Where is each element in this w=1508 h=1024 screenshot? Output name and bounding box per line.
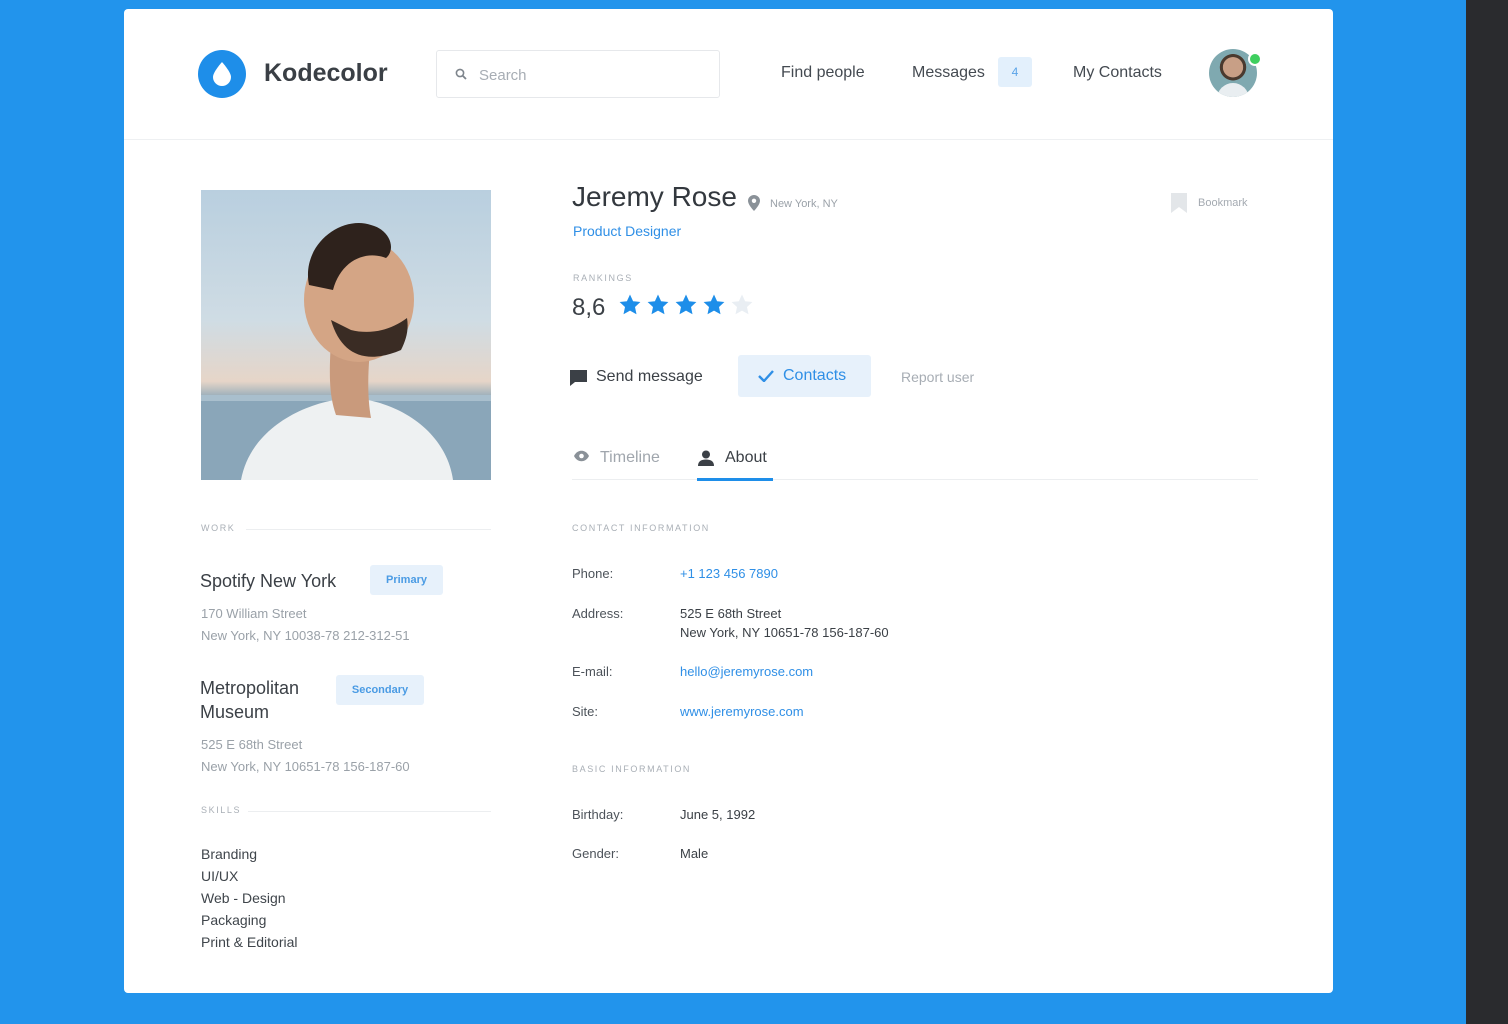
secondary-tag: Secondary [336,675,424,705]
search-icon [455,68,467,80]
work-address-line2: New York, NY 10651-78 156-187-60 [201,759,410,774]
work-address-line1: 170 William Street [201,606,307,621]
skill-item: Web - Design [201,890,286,906]
online-status-dot [1248,52,1262,66]
star-filled-icon [703,294,725,315]
work-item-name-line2: Museum [200,702,270,722]
tabs-divider [572,479,1258,480]
profile-card: Kodecolor Find people Messages 4 My Cont… [124,9,1333,993]
skills-divider [248,811,491,812]
check-icon [758,370,774,382]
skill-item: Branding [201,846,258,862]
primary-tag: Primary [370,565,443,595]
birthday-value: June 5, 1992 [680,807,756,822]
send-message-label: Send message [596,368,703,385]
ranking-value: 8,6 [572,294,606,321]
user-icon [698,450,714,466]
address-label: Address: [572,606,624,621]
phone-label: Phone: [572,566,614,581]
tab-timeline-label: Timeline [600,449,660,466]
gender-value: Male [680,846,709,861]
job-title: Product Designer [573,223,682,239]
tab-about-label: About [725,449,767,466]
site-label: Site: [572,704,599,719]
profile-name: Jeremy Rose [572,181,737,212]
skill-item: UI/UX [201,868,239,884]
skill-item: Print & Editorial [201,934,298,950]
search-input[interactable] [477,63,711,87]
work-divider [246,529,491,530]
site-link[interactable]: www.jeremyrose.com [680,702,804,721]
star-empty-icon [731,294,753,315]
logo-icon[interactable] [198,50,246,98]
profile-photo [201,190,491,480]
email-label: E-mail: [572,664,613,679]
bookmark-label[interactable]: Bookmark [1198,197,1248,209]
contact-info-label: CONTACT INFORMATION [572,523,710,533]
gender-label: Gender: [572,846,619,861]
address-line1: 525 E 68th Street [680,606,782,621]
rankings-label: RANKINGS [573,273,633,283]
message-icon [570,370,587,386]
star-filled-icon [647,294,669,315]
location-pin-icon [748,195,760,211]
star-filled-icon [619,294,641,315]
search-box[interactable] [436,50,720,98]
top-header: Kodecolor Find people Messages 4 My Cont… [124,9,1333,140]
phone-value[interactable]: +1 123 456 7890 [680,564,778,583]
eye-icon [574,450,589,462]
contacts-button[interactable]: Contacts [738,355,871,397]
work-address-line1: 525 E 68th Street [201,737,303,752]
work-section-label: WORK [201,523,236,533]
contacts-label: Contacts [783,367,847,384]
profile-location: New York, NY [770,198,838,210]
active-tab-indicator [697,478,773,481]
tab-about[interactable]: About [698,446,774,480]
brand-name[interactable]: Kodecolor [264,59,388,88]
address-line2: New York, NY 10651-78 156-187-60 [680,625,889,640]
work-address-line2: New York, NY 10038-78 212-312-51 [201,628,410,643]
email-link[interactable]: hello@jeremyrose.com [680,662,813,681]
nav-my-contacts[interactable]: My Contacts [1073,64,1162,82]
right-edge-strip [1466,0,1508,1024]
rating-stars [618,293,754,317]
basic-info-label: BASIC INFORMATION [572,764,692,774]
work-item-name-line1: Metropolitan [200,678,300,698]
bookmark-icon[interactable] [1170,193,1188,213]
birthday-label: Birthday: [572,807,624,822]
report-user-link[interactable]: Report user [901,369,974,385]
skill-item: Packaging [201,912,267,928]
messages-count-badge[interactable]: 4 [998,57,1032,87]
work-item-name: Spotify New York [200,571,337,591]
tab-timeline[interactable]: Timeline [573,446,673,480]
skills-section-label: SKILLS [201,805,242,815]
nav-messages[interactable]: Messages [912,64,985,82]
nav-find-people[interactable]: Find people [781,64,865,82]
star-filled-icon [675,294,697,315]
